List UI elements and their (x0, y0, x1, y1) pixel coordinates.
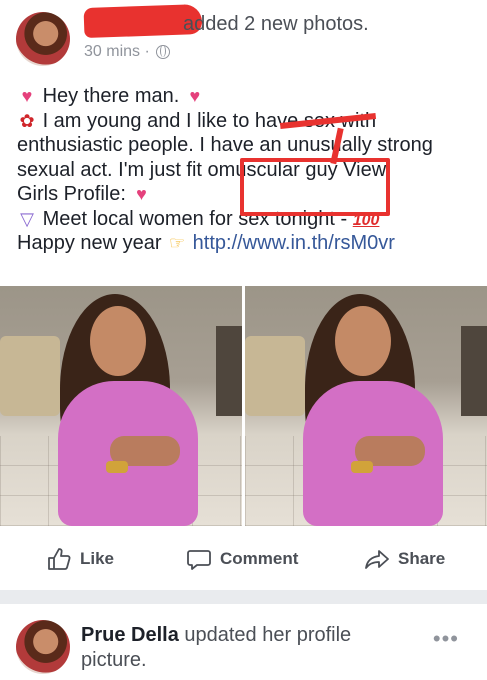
post-line-2: ✿ I am young and I like to have sex with (17, 109, 477, 134)
post-line-1: ♥ Hey there man. ♥ (17, 84, 477, 109)
rose-icon: ✿ (19, 110, 35, 131)
post-time[interactable]: 30 mins · (84, 43, 150, 61)
share-arrow-icon (365, 550, 389, 569)
next-post-header: Prue Della updated her profile picture. … (0, 604, 487, 680)
post-text-l5: Girls Profile: (17, 183, 126, 205)
share-button[interactable]: Share (364, 546, 445, 572)
like-label: Like (80, 549, 115, 568)
poster-avatar[interactable] (16, 12, 70, 66)
post-meta: 30 mins · (84, 43, 170, 61)
like-button[interactable]: Like (46, 546, 114, 572)
annotation-red-box (240, 158, 390, 216)
more-options-icon[interactable]: ••• (433, 626, 459, 652)
next-post-author[interactable]: Prue Della (81, 624, 179, 646)
post-text-l4: sexual act. I'm just fit o (17, 158, 219, 181)
post-photo-2[interactable] (245, 286, 487, 526)
post-text-l7: Happy new year (17, 232, 162, 254)
globe-icon (155, 45, 170, 59)
comment-label: Comment (220, 549, 299, 568)
feed-divider (0, 590, 487, 604)
post-photo-1[interactable] (0, 286, 242, 526)
post-action-text: added 2 new photos. (183, 13, 369, 35)
post-actions-bar: Like Comment Share (0, 528, 487, 590)
comment-icon (187, 550, 211, 570)
bikini-icon: ▽ (20, 208, 34, 229)
post-line-3: enthusiastic people. I have an unusually… (17, 134, 433, 156)
post-text-greeting: Hey there man. (42, 85, 180, 107)
thumbs-up-icon (48, 548, 71, 570)
share-label: Share (398, 549, 446, 568)
comment-button[interactable]: Comment (186, 546, 298, 572)
post-line-7: Happy new year ☞ http://www.in.th/rsM0vr (17, 231, 477, 256)
post-header: added 2 new photos. 30 mins · (0, 0, 487, 80)
pointing-right-icon: ☞ (169, 233, 186, 253)
two-hearts-icon: ♥ (21, 86, 33, 106)
next-post-text: Prue Della updated her profile picture. (81, 623, 411, 673)
post-link[interactable]: http://www.in.th/rsM0vr (193, 232, 395, 254)
heart-with-arrow-icon: ♥ (136, 184, 147, 204)
next-post-avatar[interactable] (16, 620, 70, 674)
kiss-mark-icon: ♥ (189, 86, 201, 106)
post-text-l2: I am young and I like to ha (42, 109, 278, 132)
